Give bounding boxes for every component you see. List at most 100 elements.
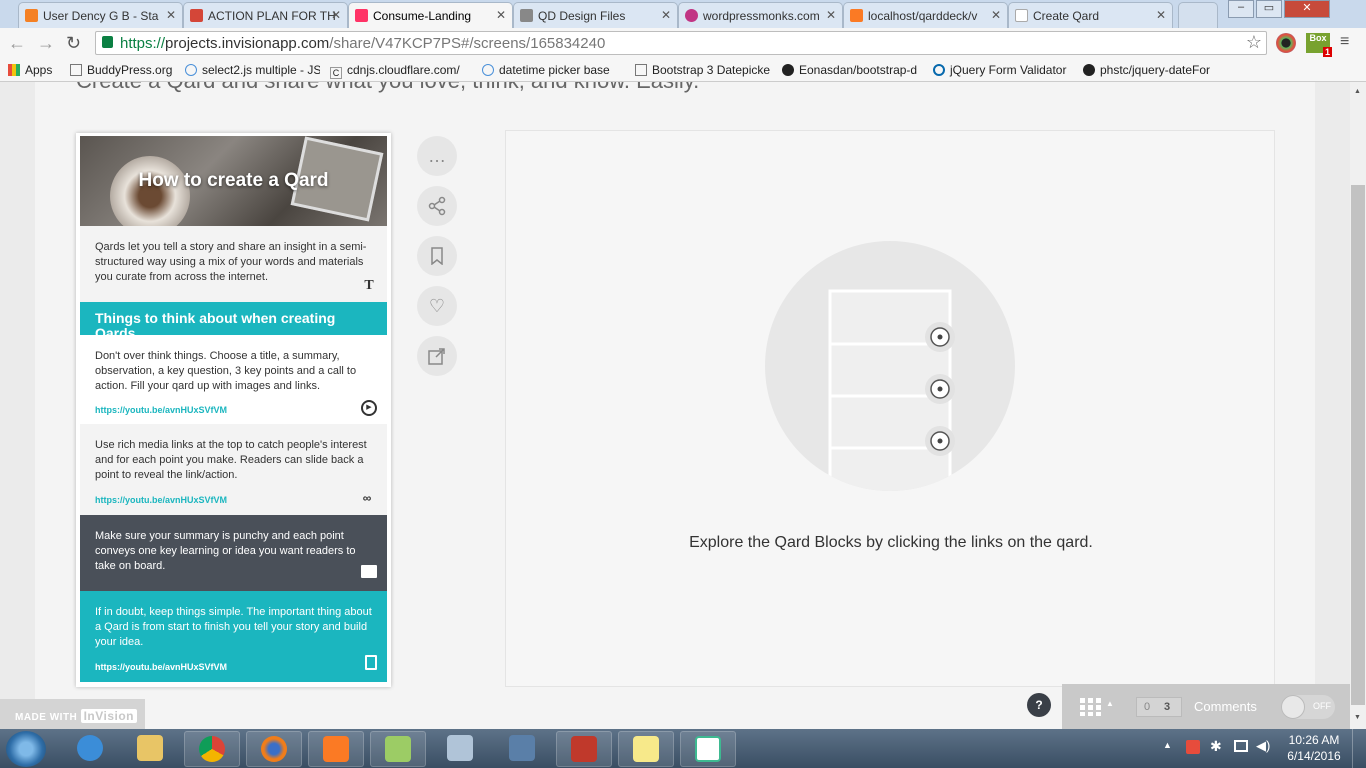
page-content: Create a Qard and share what you love, t… xyxy=(0,82,1350,729)
github-icon xyxy=(1083,64,1095,76)
bookmark-jquery-form-validator[interactable]: jQuery Form Validator xyxy=(933,63,1073,77)
image-icon[interactable] xyxy=(361,565,377,578)
show-hidden-icons[interactable]: ▲ xyxy=(1163,740,1172,750)
bookmark-eonasdan[interactable]: Eonasdan/bootstrap-d xyxy=(782,63,922,77)
link-icon[interactable]: ∞ xyxy=(357,490,377,506)
qard-intro-block[interactable]: Qards let you tell a story and share an … xyxy=(80,226,387,302)
stackoverflow-icon xyxy=(25,9,38,22)
qard-point-1[interactable]: Don't over think things. Choose a title,… xyxy=(80,335,387,424)
qard-preview: How to create a Qard Qards let you tell … xyxy=(76,133,391,687)
taskbar-xampp[interactable] xyxy=(308,731,364,767)
tab-create-qard[interactable]: Create Qard ✕ xyxy=(1008,2,1173,28)
tab-stackoverflow[interactable]: User Dency G B - Sta ✕ xyxy=(18,2,183,28)
document-icon[interactable] xyxy=(365,655,377,670)
page-icon xyxy=(70,64,82,76)
close-icon[interactable]: ✕ xyxy=(826,8,836,22)
taskbar-notepad[interactable] xyxy=(370,731,426,767)
hotspot-icon xyxy=(925,322,955,352)
gmail-icon xyxy=(190,9,203,22)
extension-icon[interactable] xyxy=(1276,33,1296,53)
page-icon xyxy=(635,64,647,76)
taskbar-sticky-notes[interactable] xyxy=(618,731,674,767)
star-icon[interactable]: ☆ xyxy=(1246,32,1262,53)
scroll-up-icon[interactable]: ▲ xyxy=(1354,88,1361,95)
bookmark-apps[interactable]: Apps xyxy=(8,63,52,77)
volume-icon[interactable]: ◀) xyxy=(1256,738,1270,754)
close-icon[interactable]: ✕ xyxy=(991,8,1001,22)
comment-icon[interactable]: … xyxy=(417,136,457,176)
action-center-icon[interactable] xyxy=(1186,740,1200,754)
tab-consume-landing[interactable]: Consume-Landing ✕ xyxy=(348,2,513,28)
xampp-icon xyxy=(323,736,349,762)
settings-tray-icon[interactable]: ✱ xyxy=(1210,738,1222,755)
tab-localhost[interactable]: localhost/qarddeck/v ✕ xyxy=(843,2,1008,28)
bookmark-buddypress[interactable]: BuddyPress.org xyxy=(70,63,180,77)
taskbar-network[interactable] xyxy=(494,731,550,767)
comments-label[interactable]: Comments xyxy=(1194,699,1257,714)
caret-up-icon[interactable]: ▲ xyxy=(1106,699,1114,708)
close-icon[interactable]: ✕ xyxy=(166,8,176,22)
bookmark-phstc[interactable]: phstc/jquery-dateFor xyxy=(1083,63,1223,77)
tab-gmail[interactable]: ACTION PLAN FOR TH ✕ xyxy=(183,2,348,28)
play-icon[interactable]: ▶ xyxy=(361,400,377,416)
cloud-icon xyxy=(185,64,197,76)
instagram-icon xyxy=(685,9,698,22)
network-tray-icon[interactable] xyxy=(1234,740,1248,752)
box-extension-icon[interactable]: Box 1 xyxy=(1306,33,1332,57)
qard-point-2[interactable]: Use rich media links at the top to catch… xyxy=(80,424,387,515)
taskbar-firefox[interactable] xyxy=(246,731,302,767)
text-icon: T xyxy=(364,278,374,293)
comments-toggle[interactable]: OFF xyxy=(1281,695,1335,719)
expand-icon[interactable] xyxy=(417,336,457,376)
point-2-link[interactable]: https://youtu.be/avnHUxSVfVM xyxy=(95,493,227,508)
menu-icon[interactable]: ≡ xyxy=(1340,33,1349,51)
address-bar[interactable]: https://projects.invisionapp.com/share/V… xyxy=(95,31,1267,55)
reload-icon[interactable]: ↻ xyxy=(66,33,81,54)
taskbar-explorer[interactable] xyxy=(122,731,178,767)
bookmark-cdnjs[interactable]: Ccdnjs.cloudflare.com/ xyxy=(330,63,470,79)
forward-icon[interactable]: → xyxy=(37,33,55,54)
hotspot-icon xyxy=(925,374,955,404)
share-icon[interactable] xyxy=(417,186,457,226)
close-icon[interactable]: ✕ xyxy=(661,8,671,22)
close-icon[interactable]: ✕ xyxy=(331,8,341,22)
page-scrollbar[interactable]: ▲ ▼ xyxy=(1350,82,1366,729)
point-4-link[interactable]: https://youtu.be/avnHUxSVfVM xyxy=(95,660,227,675)
restore-button[interactable]: ▭ xyxy=(1256,0,1282,18)
qard-title: How to create a Qard xyxy=(138,170,329,191)
taskbar-slack[interactable] xyxy=(680,731,736,767)
page-icon xyxy=(1015,9,1028,22)
taskbar-calculator[interactable] xyxy=(432,731,488,767)
lock-icon xyxy=(102,36,113,48)
taskbar-powershell[interactable] xyxy=(556,731,612,767)
screens-grid-icon[interactable] xyxy=(1080,698,1102,716)
close-window-button[interactable]: ✕ xyxy=(1284,0,1330,18)
qard-point-3[interactable]: Make sure your summary is punchy and eac… xyxy=(80,515,387,591)
qard-hero-image: How to create a Qard xyxy=(80,136,387,226)
scrollbar-thumb[interactable] xyxy=(1351,185,1365,705)
show-desktop-button[interactable] xyxy=(1352,729,1366,768)
tab-qd-design-files[interactable]: QD Design Files ✕ xyxy=(513,2,678,28)
start-button[interactable] xyxy=(6,731,46,767)
new-tab-button[interactable] xyxy=(1178,2,1218,28)
close-icon[interactable]: ✕ xyxy=(1156,8,1166,22)
close-icon[interactable]: ✕ xyxy=(496,8,506,22)
qard-point-4[interactable]: If in doubt, keep things simple. The imp… xyxy=(80,591,387,682)
heart-icon[interactable]: ♡ xyxy=(417,286,457,326)
scroll-down-icon[interactable]: ▼ xyxy=(1354,714,1361,721)
made-with-invision-badge[interactable]: MADE WITH InVision xyxy=(0,699,145,729)
point-1-link[interactable]: https://youtu.be/avnHUxSVfVM xyxy=(95,403,227,418)
bookmark-icon[interactable] xyxy=(417,236,457,276)
back-icon[interactable]: ← xyxy=(8,33,26,54)
bookmark-bootstrap-datepicker[interactable]: Bootstrap 3 Datepicke xyxy=(635,63,770,77)
taskbar-chrome[interactable] xyxy=(184,731,240,767)
help-button[interactable]: ? xyxy=(1027,693,1051,717)
bookmark-select2[interactable]: select2.js multiple - JS xyxy=(185,63,320,77)
taskbar-ie[interactable] xyxy=(62,731,118,767)
minimize-button[interactable]: – xyxy=(1228,0,1254,18)
bookmark-datetime-picker[interactable]: datetime picker base xyxy=(482,63,622,77)
invision-icon xyxy=(355,9,368,22)
internet-explorer-icon xyxy=(77,735,103,761)
tab-wordpressmonks[interactable]: wordpressmonks.com ✕ xyxy=(678,2,843,28)
clock[interactable]: 10:26 AM 6/14/2016 xyxy=(1284,733,1344,763)
